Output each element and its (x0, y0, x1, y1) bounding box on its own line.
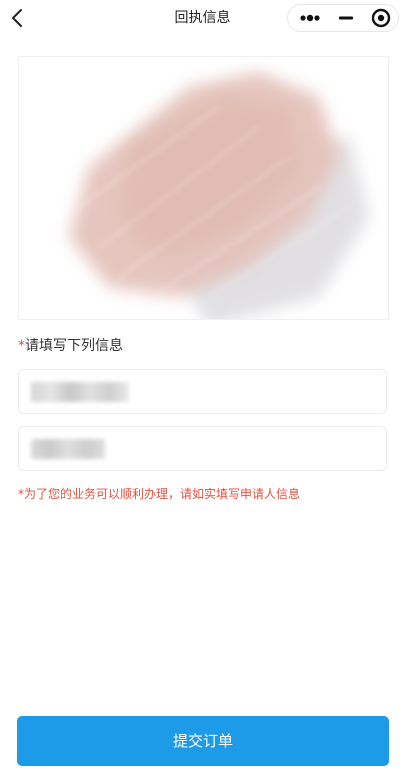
receipt-image (18, 56, 389, 320)
more-icon (300, 14, 320, 22)
required-mark: * (18, 338, 25, 354)
mini-program-capsule (287, 4, 399, 32)
redacted-value (31, 439, 105, 459)
close-icon (371, 8, 391, 28)
redacted-value (31, 382, 129, 402)
form-label-text: 请填写下列信息 (25, 338, 123, 354)
submit-order-button[interactable]: 提交订单 (17, 716, 389, 766)
nav-bar: 回执信息 (0, 0, 405, 40)
applicant-phone-field[interactable] (18, 426, 387, 471)
minimize-icon (339, 16, 353, 20)
more-button[interactable] (292, 5, 328, 31)
close-button[interactable] (364, 5, 398, 31)
form-notice: *为了您的业务可以顺利办理，请如实填写申请人信息 (18, 487, 301, 501)
form-section-label: *请填写下列信息 (18, 336, 123, 356)
minimize-button[interactable] (329, 5, 363, 31)
blurred-image (69, 72, 369, 319)
applicant-name-field[interactable] (18, 369, 387, 414)
